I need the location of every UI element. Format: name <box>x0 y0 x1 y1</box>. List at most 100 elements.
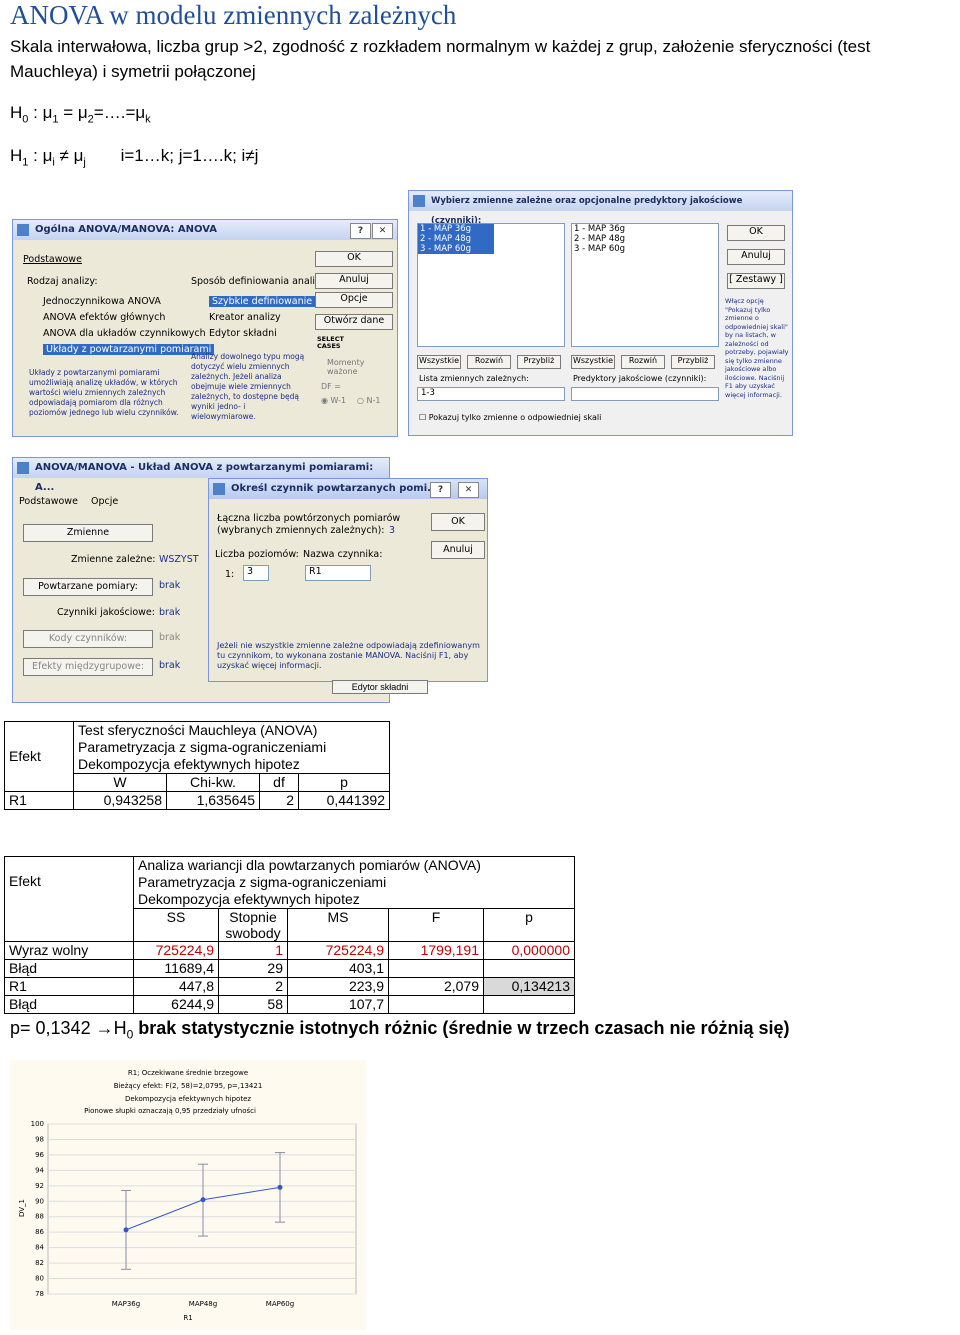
open-data-button[interactable]: Otwórz dane <box>315 314 393 330</box>
weights-label[interactable]: Momenty ważone <box>327 358 387 376</box>
method-option-1[interactable]: Szybkie definiowanie <box>209 296 316 307</box>
list-item[interactable]: 1 - MAP 36g <box>574 224 718 234</box>
y-tick-label: 78 <box>35 1290 44 1298</box>
method-option-2[interactable]: Kreator analizy <box>209 312 281 323</box>
factor-label: Predyktory jakościowe (czynniki): <box>573 374 707 383</box>
analysis-note: Układy z powtarzanymi pomiarami umożliwi… <box>29 368 179 417</box>
cell: 223,9 <box>287 977 389 996</box>
method-label: Sposób definiowania analizy: <box>191 276 329 287</box>
factor-input[interactable] <box>571 387 719 401</box>
help-icon[interactable]: ? <box>430 482 451 498</box>
syntax-editor-button[interactable]: Edytor składni <box>332 680 428 694</box>
app-icon <box>213 483 225 495</box>
table-heading: Dekompozycja efektywnych hipotez <box>78 756 300 772</box>
select-all-button-2[interactable]: Wszystkie <box>571 355 615 369</box>
factor-name-input[interactable]: R1 <box>305 565 371 581</box>
row-name: R1 <box>4 977 134 996</box>
row-name: Błąd <box>4 995 134 1014</box>
data-point <box>277 1184 283 1190</box>
scale-checkbox[interactable]: ☐ Pokazuj tylko zmienne o odpowiedniej s… <box>419 413 601 422</box>
chart-subtitle: Pionowe słupki oznaczają 0,95 przedziały… <box>84 1107 256 1115</box>
cell <box>483 959 575 978</box>
analysis-option-4[interactable]: Układy z powtarzanymi pomiarami <box>43 344 215 355</box>
between-effects-button[interactable]: Efekty międzygrupowe: <box>23 658 153 676</box>
list-item[interactable]: 2 - MAP 48g <box>420 234 494 244</box>
cell: 1 <box>218 941 288 960</box>
y-axis-label: DV_1 <box>18 1199 26 1217</box>
method-option-3[interactable]: Edytor składni <box>209 328 277 339</box>
tab-options[interactable]: Opcje <box>91 496 118 507</box>
page-title: ANOVA w modelu zmiennych zależnych <box>10 0 457 30</box>
analysis-option-2[interactable]: ANOVA efektów głównych <box>43 312 165 323</box>
column-header: p <box>483 908 575 942</box>
dialog-title: Określ czynnik powtarzanych pomi... <box>231 483 439 494</box>
dependent-vars-value: WSZYST <box>159 554 199 565</box>
y-tick-label: 88 <box>35 1213 44 1221</box>
list-item[interactable]: 3 - MAP 60g <box>574 244 718 254</box>
ok-button[interactable]: OK <box>727 225 785 241</box>
select-cases-button[interactable]: SELECT CASES <box>317 336 344 350</box>
cancel-button[interactable]: Anuluj <box>431 541 485 559</box>
cancel-button[interactable]: Anuluj <box>727 249 785 265</box>
categorical-value: brak <box>159 607 181 618</box>
factor-list[interactable]: 1 - MAP 36g 2 - MAP 48g 3 - MAP 60g <box>571 223 719 347</box>
subtitle: Skala interwałowa, liczba grup >2, zgodn… <box>10 37 871 81</box>
expand-button-2[interactable]: Rozwiń <box>621 355 665 369</box>
data-point <box>200 1197 206 1203</box>
variables-button[interactable]: Zmienne <box>23 524 153 542</box>
zoom-button[interactable]: Przybliż <box>517 355 561 369</box>
sets-button[interactable]: [ Zestawy ] <box>727 273 785 289</box>
ok-button[interactable]: OK <box>315 251 393 267</box>
cell: 0,000000 <box>483 941 575 960</box>
dependent-list[interactable]: 1 - MAP 36g 2 - MAP 48g 3 - MAP 60g <box>417 223 565 347</box>
help-icon[interactable]: ? <box>350 223 371 239</box>
analysis-option-1[interactable]: Jednoczynnikowa ANOVA <box>43 296 161 307</box>
repeated-measures-value: brak <box>159 580 181 591</box>
expand-button[interactable]: Rozwiń <box>467 355 511 369</box>
tab-basic[interactable]: Podstawowe <box>23 254 82 265</box>
levels-label: Liczba poziomów: <box>215 549 299 560</box>
levels-input[interactable]: 3 <box>243 565 269 581</box>
table-heading: Analiza wariancji dla powtarzanych pomia… <box>138 857 481 873</box>
ok-button[interactable]: OK <box>431 513 485 531</box>
data-point <box>123 1227 129 1233</box>
cell: 2 <box>259 791 299 810</box>
dependent-input[interactable]: 1-3 <box>417 387 565 401</box>
y-tick-label: 92 <box>35 1182 44 1190</box>
cell: 725224,9 <box>133 941 219 960</box>
y-tick-label: 82 <box>35 1259 44 1267</box>
cell: 725224,9 <box>287 941 389 960</box>
cell: 11689,4 <box>133 959 219 978</box>
effect-header: Efekt <box>4 856 134 942</box>
list-item[interactable]: 1 - MAP 36g <box>420 224 494 234</box>
cell <box>388 959 484 978</box>
close-icon[interactable]: ✕ <box>458 482 479 498</box>
list-item[interactable]: 2 - MAP 48g <box>574 234 718 244</box>
dialog-title: Wybierz zmienne zależne oraz opcjonalne … <box>431 196 743 226</box>
column-header: W <box>73 773 167 792</box>
row-name: Wyraz wolny <box>4 941 134 960</box>
cell: 29 <box>218 959 288 978</box>
y-tick-label: 94 <box>35 1166 44 1174</box>
table-row: Błąd 6244,9 58 107,7 <box>4 995 575 1014</box>
cancel-button[interactable]: Anuluj <box>315 273 393 289</box>
radio-n1[interactable]: ○ N-1 <box>357 396 381 405</box>
total-value: 3 <box>389 525 396 536</box>
radio-w1[interactable]: ◉ W-1 <box>321 396 346 405</box>
analysis-option-3[interactable]: ANOVA dla układów czynnikowych <box>43 328 206 339</box>
cell: 403,1 <box>287 959 389 978</box>
zoom-button-2[interactable]: Przybliż <box>671 355 715 369</box>
repeated-measures-button[interactable]: Powtarzane pomiary: <box>23 578 153 596</box>
select-all-button[interactable]: Wszystkie <box>417 355 461 369</box>
chart-subtitle: Bieżący efekt: F(2, 58)=2,0795, p=,13421 <box>114 1082 263 1090</box>
close-icon[interactable]: ✕ <box>372 223 393 239</box>
factor-codes-button[interactable]: Kody czynników: <box>23 630 153 648</box>
list-item[interactable]: 3 - MAP 60g <box>420 244 494 254</box>
cell: 2,079 <box>388 977 484 996</box>
y-tick-label: 80 <box>35 1275 44 1283</box>
tab-basic[interactable]: Podstawowe <box>19 496 78 507</box>
factor-name-label: Nazwa czynnika: <box>303 549 383 560</box>
options-button[interactable]: Opcje <box>315 292 393 308</box>
cell: 2 <box>218 977 288 996</box>
chart-subtitle: Dekompozycja efektywnych hipotez <box>125 1095 251 1103</box>
